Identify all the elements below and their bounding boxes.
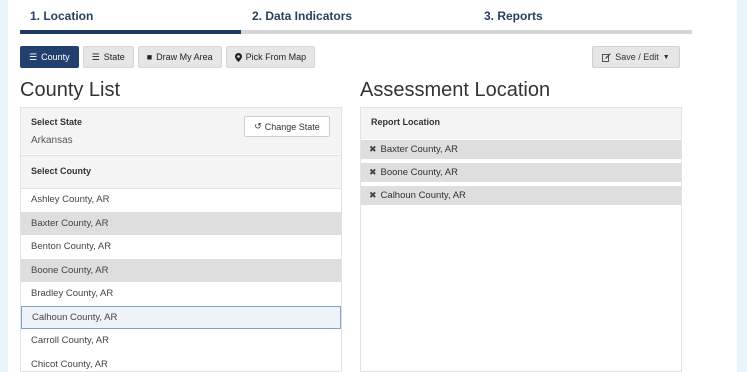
select-state-section: Select State Arkansas ↺ Change State — [21, 108, 341, 154]
draw-area-label: Draw My Area — [156, 52, 213, 62]
county-mode-button[interactable]: ☰ County — [20, 46, 79, 68]
assessment-location-panel: Report Location ✖ Baxter County, AR ✖ Bo… — [360, 107, 682, 372]
county-list-panel: Select State Arkansas ↺ Change State Sel… — [20, 107, 342, 372]
step-active-indicator — [20, 30, 241, 34]
state-mode-label: State — [103, 52, 125, 62]
change-state-button[interactable]: ↺ Change State — [244, 116, 330, 137]
county-mode-label: County — [41, 52, 70, 62]
caret-down-icon: ▼ — [662, 53, 670, 61]
location-mode-toolbar: ☰ County ☰ State ■ Draw My Area Pick Fro… — [20, 46, 316, 68]
selected-state-value: Arkansas — [31, 135, 73, 146]
county-list: Ashley County, AR Baxter County, AR Bent… — [21, 188, 341, 372]
report-location-header: Report Location — [361, 108, 681, 139]
state-mode-button[interactable]: ☰ State — [82, 46, 134, 68]
remove-icon[interactable]: ✖ — [369, 167, 377, 178]
pick-from-map-label: Pick From Map — [245, 52, 307, 62]
selected-location-item[interactable]: ✖ Baxter County, AR — [361, 140, 681, 159]
pick-from-map-button[interactable]: Pick From Map — [225, 46, 316, 68]
selected-location-item[interactable]: ✖ Calhoun County, AR — [361, 186, 681, 205]
county-item[interactable]: Ashley County, AR — [21, 188, 341, 212]
county-item[interactable]: Carroll County, AR — [21, 329, 341, 353]
county-item[interactable]: Bradley County, AR — [21, 282, 341, 306]
report-location-label: Report Location — [371, 117, 440, 127]
county-item[interactable]: Calhoun County, AR — [21, 305, 341, 329]
remove-icon[interactable]: ✖ — [369, 144, 377, 155]
step-location[interactable]: 1. Location — [30, 9, 93, 23]
selected-locations-list: ✖ Baxter County, AR ✖ Boone County, AR ✖… — [361, 140, 681, 209]
selected-location-item[interactable]: ✖ Boone County, AR — [361, 163, 681, 182]
selected-location-label: Baxter County, AR — [380, 144, 458, 155]
select-county-header: Select County — [21, 155, 341, 189]
save-edit-label: Save / Edit — [615, 52, 659, 62]
app-frame: 1. Location 2. Data Indicators 3. Report… — [8, 0, 737, 372]
edit-icon — [602, 52, 611, 62]
county-item[interactable]: Boone County, AR — [21, 258, 341, 282]
map-pin-icon — [234, 52, 242, 62]
list-icon: ☰ — [29, 51, 38, 62]
square-icon: ■ — [146, 51, 153, 62]
step-data-indicators[interactable]: 2. Data Indicators — [252, 9, 352, 23]
remove-icon[interactable]: ✖ — [369, 190, 377, 201]
county-item[interactable]: Baxter County, AR — [21, 211, 341, 235]
select-county-label: Select County — [31, 166, 92, 176]
draw-area-button[interactable]: ■ Draw My Area — [137, 46, 222, 68]
county-item[interactable]: Benton County, AR — [21, 235, 341, 259]
step-tabs: 1. Location 2. Data Indicators 3. Report… — [20, 0, 692, 34]
refresh-icon: ↺ — [254, 121, 262, 131]
county-item[interactable]: Chicot County, AR — [21, 353, 341, 372]
step-reports[interactable]: 3. Reports — [484, 9, 543, 23]
change-state-label: Change State — [264, 121, 320, 132]
county-list-title: County List — [20, 79, 121, 101]
select-state-label: Select State — [31, 117, 83, 127]
save-edit-button[interactable]: Save / Edit ▼ — [592, 46, 680, 68]
selected-location-label: Boone County, AR — [380, 167, 459, 178]
selected-location-label: Calhoun County, AR — [380, 190, 466, 201]
assessment-location-title: Assessment Location — [360, 79, 551, 101]
list-icon: ☰ — [91, 51, 100, 62]
